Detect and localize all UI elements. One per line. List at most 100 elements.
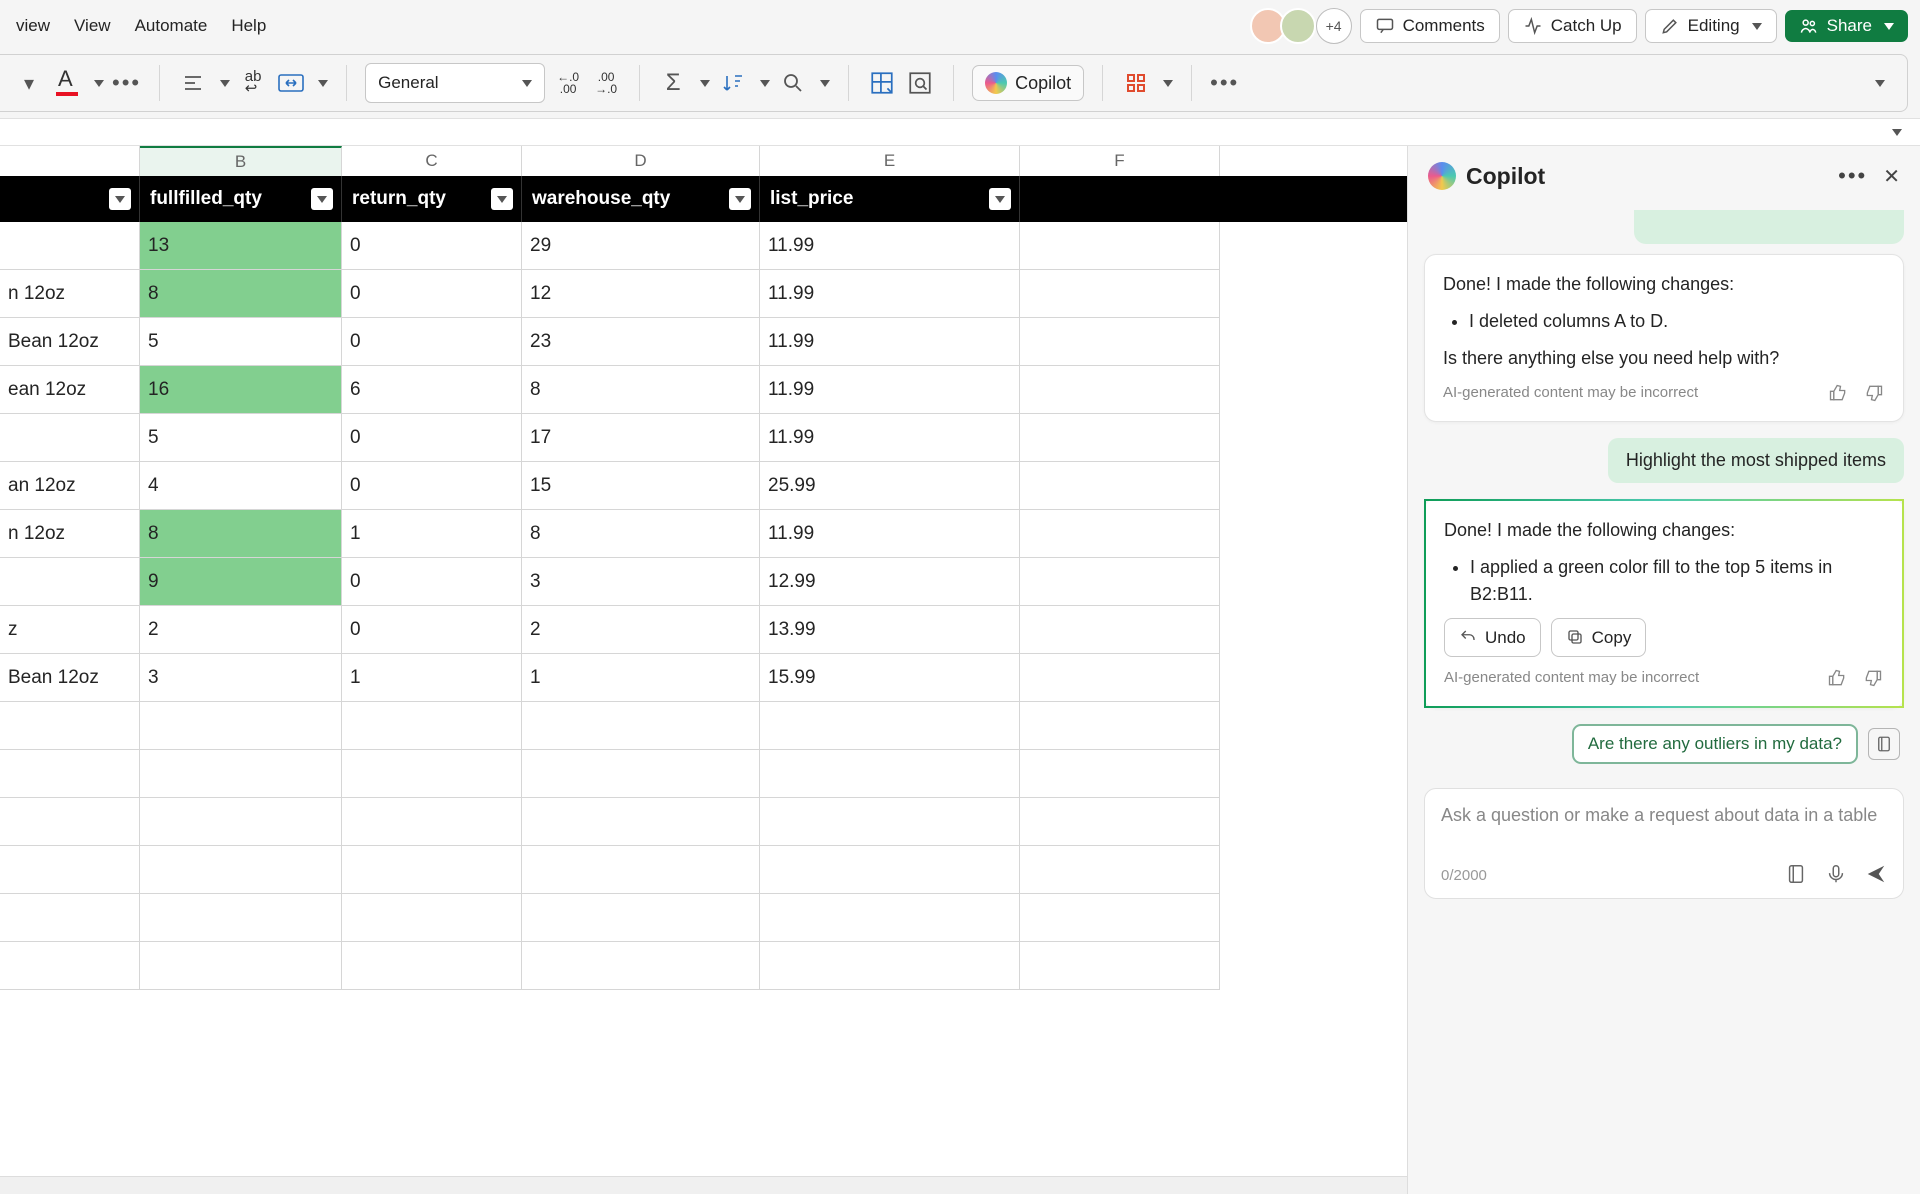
close-button[interactable]: ✕ — [1883, 164, 1900, 189]
cell[interactable] — [522, 702, 760, 750]
copy-button[interactable]: Copy — [1551, 618, 1647, 658]
expand-chevron-icon[interactable] — [1892, 129, 1902, 136]
cell[interactable] — [342, 702, 522, 750]
cell[interactable] — [342, 798, 522, 846]
cell[interactable] — [0, 846, 140, 894]
more-ribbon-options[interactable]: ••• — [1210, 70, 1239, 96]
cell[interactable]: 11.99 — [760, 318, 1020, 366]
table-row[interactable]: ean 12oz166811.99 — [0, 366, 1407, 414]
empty-row[interactable] — [0, 894, 1407, 942]
filter-button[interactable] — [989, 188, 1011, 210]
align-button[interactable] — [178, 68, 208, 98]
cell[interactable] — [1020, 894, 1220, 942]
cell[interactable]: n 12oz — [0, 270, 140, 318]
cell[interactable] — [760, 702, 1020, 750]
cell[interactable] — [760, 846, 1020, 894]
font-color-button[interactable]: A — [52, 68, 82, 98]
microphone-button[interactable] — [1825, 863, 1847, 888]
cell[interactable] — [1020, 462, 1220, 510]
merge-button[interactable] — [276, 68, 306, 98]
cell[interactable]: 9 — [140, 558, 342, 606]
filter-button[interactable] — [491, 188, 513, 210]
cell[interactable]: 15.99 — [760, 654, 1020, 702]
cell[interactable]: 0 — [342, 558, 522, 606]
cell[interactable]: Bean 12oz — [0, 318, 140, 366]
cell[interactable]: 11.99 — [760, 366, 1020, 414]
cell[interactable]: 11.99 — [760, 270, 1020, 318]
table-row[interactable]: n 12oz801211.99 — [0, 270, 1407, 318]
cell[interactable] — [342, 894, 522, 942]
table-row[interactable]: an 12oz401525.99 — [0, 462, 1407, 510]
cell[interactable] — [0, 222, 140, 270]
chevron-down-icon[interactable] — [820, 80, 830, 87]
cell[interactable]: 0 — [342, 318, 522, 366]
cell[interactable] — [342, 750, 522, 798]
filter-button[interactable] — [109, 188, 131, 210]
empty-row[interactable] — [0, 798, 1407, 846]
cell[interactable] — [140, 846, 342, 894]
cell[interactable] — [1020, 270, 1220, 318]
cell[interactable]: 15 — [522, 462, 760, 510]
cell[interactable]: 8 — [522, 366, 760, 414]
cell[interactable] — [760, 894, 1020, 942]
table-row[interactable]: 90312.99 — [0, 558, 1407, 606]
editing-dropdown[interactable]: Editing — [1645, 9, 1777, 43]
cell[interactable] — [1020, 414, 1220, 462]
tab-view[interactable]: View — [74, 16, 111, 36]
cell[interactable]: n 12oz — [0, 510, 140, 558]
col-header-f[interactable]: F — [1020, 146, 1220, 176]
cell[interactable]: 16 — [140, 366, 342, 414]
cell[interactable]: 1 — [342, 510, 522, 558]
cell[interactable]: 0 — [342, 462, 522, 510]
tab-view-partial[interactable]: view — [16, 16, 50, 36]
avatar[interactable] — [1280, 8, 1316, 44]
send-button[interactable] — [1865, 863, 1887, 888]
cell[interactable]: 0 — [342, 222, 522, 270]
cell[interactable]: an 12oz — [0, 462, 140, 510]
share-button[interactable]: Share — [1785, 10, 1908, 42]
cell[interactable] — [1020, 846, 1220, 894]
chevron-down-icon[interactable] — [1163, 80, 1173, 87]
cell[interactable] — [140, 942, 342, 990]
cell[interactable] — [1020, 318, 1220, 366]
tab-help[interactable]: Help — [231, 16, 266, 36]
cell[interactable]: 11.99 — [760, 510, 1020, 558]
cell[interactable]: 3 — [522, 558, 760, 606]
cell[interactable]: 6 — [342, 366, 522, 414]
cell[interactable] — [140, 894, 342, 942]
cell[interactable]: 13 — [140, 222, 342, 270]
thumbs-up-button[interactable] — [1826, 667, 1848, 689]
analyze-data-button[interactable] — [905, 68, 935, 98]
table-header-d[interactable]: warehouse_qty — [522, 176, 760, 222]
table-header-b[interactable]: fullfilled_qty — [140, 176, 342, 222]
cell[interactable] — [0, 414, 140, 462]
cell[interactable]: 2 — [522, 606, 760, 654]
addins-button[interactable] — [1121, 68, 1151, 98]
cell[interactable]: 4 — [140, 462, 342, 510]
prompt-guide-button[interactable] — [1868, 728, 1900, 760]
cell[interactable] — [1020, 750, 1220, 798]
cell[interactable] — [0, 558, 140, 606]
sort-filter-button[interactable] — [718, 68, 748, 98]
cell[interactable] — [522, 894, 760, 942]
empty-row[interactable] — [0, 942, 1407, 990]
cell[interactable]: Bean 12oz — [0, 654, 140, 702]
cell[interactable]: 5 — [140, 414, 342, 462]
tab-automate[interactable]: Automate — [135, 16, 208, 36]
cell[interactable]: 25.99 — [760, 462, 1020, 510]
cell[interactable] — [0, 798, 140, 846]
suggestion-chip[interactable]: Are there any outliers in my data? — [1572, 724, 1858, 764]
col-header-c[interactable]: C — [342, 146, 522, 176]
cell[interactable]: 17 — [522, 414, 760, 462]
conditional-formatting-button[interactable] — [867, 68, 897, 98]
cell[interactable] — [522, 846, 760, 894]
chevron-down-icon[interactable] — [94, 80, 104, 87]
spreadsheet-grid[interactable]: B C D E F fullfilled_qty return_qty ware… — [0, 146, 1408, 1194]
cell[interactable] — [1020, 366, 1220, 414]
wrap-text-button[interactable]: ab↩ — [238, 68, 268, 98]
highlight-color-dropdown[interactable]: ▾ — [14, 68, 44, 98]
empty-row[interactable] — [0, 750, 1407, 798]
table-header-a[interactable] — [0, 176, 140, 222]
copilot-ribbon-button[interactable]: Copilot — [972, 65, 1084, 101]
cell[interactable] — [760, 942, 1020, 990]
